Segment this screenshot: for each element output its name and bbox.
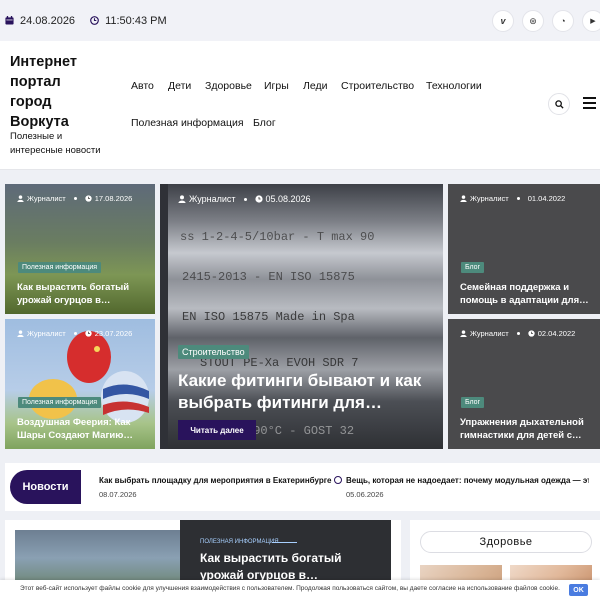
- ticker-bullet-icon: [334, 476, 342, 484]
- post-author[interactable]: Журналист: [189, 194, 236, 204]
- post-meta: Журналист 05.08.2026: [178, 194, 311, 204]
- svg-text:2415-2013 - EN ISO 15875: 2415-2013 - EN ISO 15875: [182, 270, 355, 284]
- post-meta: Журналист 01.04.2022: [460, 194, 565, 203]
- post-author[interactable]: Журналист: [27, 329, 66, 338]
- site-title[interactable]: Интернет портал город Воркута: [10, 52, 90, 132]
- clock-icon: [254, 195, 263, 203]
- post-meta: Журналист 17.08.2026: [17, 194, 132, 203]
- nav-item-blog[interactable]: Блог: [253, 117, 276, 129]
- clock-icon: [85, 195, 92, 202]
- svg-text:ss 1-2-4-5/10bar - T max 90: ss 1-2-4-5/10bar - T max 90: [180, 230, 374, 244]
- post-date[interactable]: 05.08.2026: [266, 194, 311, 204]
- post-title[interactable]: Какие фитинги бывают и как выбрать фитин…: [178, 370, 438, 414]
- cookie-text: Этот веб-сайт использует файлы cookie дл…: [20, 585, 560, 592]
- hero-main-card[interactable]: ss 1-2-4-5/10bar - T max 90 2415-2013 - …: [160, 184, 443, 449]
- time-display: 11:50:43 PM: [90, 15, 167, 27]
- post-date[interactable]: 17.08.2026: [95, 194, 133, 203]
- nav-item-technology[interactable]: Технологии: [426, 80, 482, 92]
- clock-icon: [85, 330, 92, 337]
- ticker-item-title[interactable]: Вещь, которая не надоедает: почему модул…: [346, 476, 591, 485]
- search-icon: [554, 99, 564, 109]
- post-author[interactable]: Журналист: [470, 329, 509, 338]
- site-header: Интернет портал город Воркута Полезные и…: [0, 41, 600, 170]
- post-author[interactable]: Журналист: [470, 194, 509, 203]
- hero-card[interactable]: Журналист 23.07.2026 Полезная информация…: [5, 319, 155, 449]
- meta-separator: [516, 332, 520, 335]
- nav-item-construction[interactable]: Строительство: [341, 80, 414, 92]
- ticker-fade: [589, 463, 600, 511]
- hero-card[interactable]: Журналист 01.04.2022 Блог Семейная подде…: [448, 184, 600, 314]
- cookie-ok-button[interactable]: OK: [569, 584, 588, 596]
- hero-card[interactable]: Журналист 02.04.2022 Блог Упражнения дых…: [448, 319, 600, 449]
- meta-separator: [73, 332, 77, 335]
- nav-item-lady[interactable]: Леди: [303, 80, 328, 92]
- hamburger-line: [583, 97, 596, 99]
- ticker-item-date: 05.06.2026: [346, 490, 384, 499]
- hero-card[interactable]: Журналист 17.08.2026 Полезная информация…: [5, 184, 155, 314]
- nav-item-games[interactable]: Игры: [264, 80, 289, 92]
- user-icon: [460, 330, 467, 337]
- whatsapp-icon[interactable]: ◔: [552, 10, 574, 32]
- cookie-banner: Этот веб-сайт использует файлы cookie дл…: [0, 580, 600, 600]
- meta-separator: [243, 197, 247, 201]
- calendar-icon: [5, 16, 14, 25]
- category-tag[interactable]: Полезная информация: [18, 397, 102, 408]
- read-more-button[interactable]: Читать далее: [178, 420, 256, 440]
- user-icon: [17, 195, 24, 202]
- dribbble-icon[interactable]: ⊛: [522, 10, 544, 32]
- category-tag[interactable]: Полезная информация: [18, 262, 102, 273]
- clock-icon: [90, 16, 99, 25]
- featured-category[interactable]: ПОЛЕЗНАЯ ИНФОРМАЦИЯ: [200, 539, 279, 545]
- ticker-item-title[interactable]: Как выбрать площадку для мероприятия в Е…: [99, 476, 332, 485]
- nav-item-kids[interactable]: Дети: [168, 80, 191, 92]
- health-category-button[interactable]: Здоровье: [420, 531, 592, 553]
- youtube-icon[interactable]: ▶: [582, 10, 600, 32]
- category-tag[interactable]: Блог: [461, 262, 485, 273]
- nav-item-health[interactable]: Здоровье: [205, 80, 252, 92]
- post-title[interactable]: Упражнения дыхательной гимнастики для де…: [460, 416, 595, 442]
- ticker-label: Новости: [10, 470, 81, 504]
- post-meta: Журналист 23.07.2026: [17, 329, 132, 338]
- hamburger-line: [583, 107, 596, 109]
- user-icon: [17, 330, 24, 337]
- post-title[interactable]: Семейная поддержка и помощь в адаптации …: [460, 281, 595, 307]
- top-bar: 24.08.2026 11:50:43 PM v ⊛ ◔ ▶: [0, 0, 600, 41]
- site-description: Полезные и интересные новости: [10, 131, 101, 156]
- post-title[interactable]: Воздушная Феерия: Как Шары Создают Магию…: [17, 416, 147, 442]
- post-meta: Журналист 02.04.2022: [460, 329, 575, 338]
- svg-text:EN ISO 15875 Made in Spa: EN ISO 15875 Made in Spa: [182, 310, 355, 324]
- featured-title[interactable]: Как вырастить богатый урожай огурцов в…: [200, 550, 370, 584]
- social-links: v ⊛ ◔ ▶: [484, 10, 600, 32]
- nav-item-useful-info[interactable]: Полезная информация: [131, 117, 244, 129]
- post-date[interactable]: 02.04.2022: [538, 329, 576, 338]
- hamburger-line: [583, 102, 596, 104]
- user-icon: [460, 195, 467, 202]
- news-ticker: Новости Как выбрать площадку для меропри…: [5, 463, 600, 511]
- menu-button[interactable]: [583, 97, 596, 109]
- current-date: 24.08.2026: [20, 14, 76, 27]
- post-title[interactable]: Как вырастить богатый урожай огурцов в…: [17, 281, 147, 307]
- user-icon: [178, 195, 186, 203]
- search-button[interactable]: [548, 93, 570, 115]
- post-author[interactable]: Журналист: [27, 194, 66, 203]
- category-tag[interactable]: Блог: [461, 397, 485, 408]
- meta-separator: [73, 197, 77, 200]
- vimeo-icon[interactable]: v: [492, 10, 514, 32]
- post-date[interactable]: 01.04.2022: [528, 194, 566, 203]
- post-date[interactable]: 23.07.2026: [95, 329, 133, 338]
- meta-separator: [516, 197, 520, 200]
- date-display: 24.08.2026: [5, 15, 75, 27]
- current-time: 11:50:43 PM: [105, 14, 167, 27]
- nav-item-auto[interactable]: Авто: [131, 80, 154, 92]
- category-tag[interactable]: Строительство: [178, 345, 249, 359]
- ticker-item-date: 08.07.2026: [99, 490, 137, 499]
- clock-icon: [528, 330, 535, 337]
- category-underline: [272, 542, 297, 543]
